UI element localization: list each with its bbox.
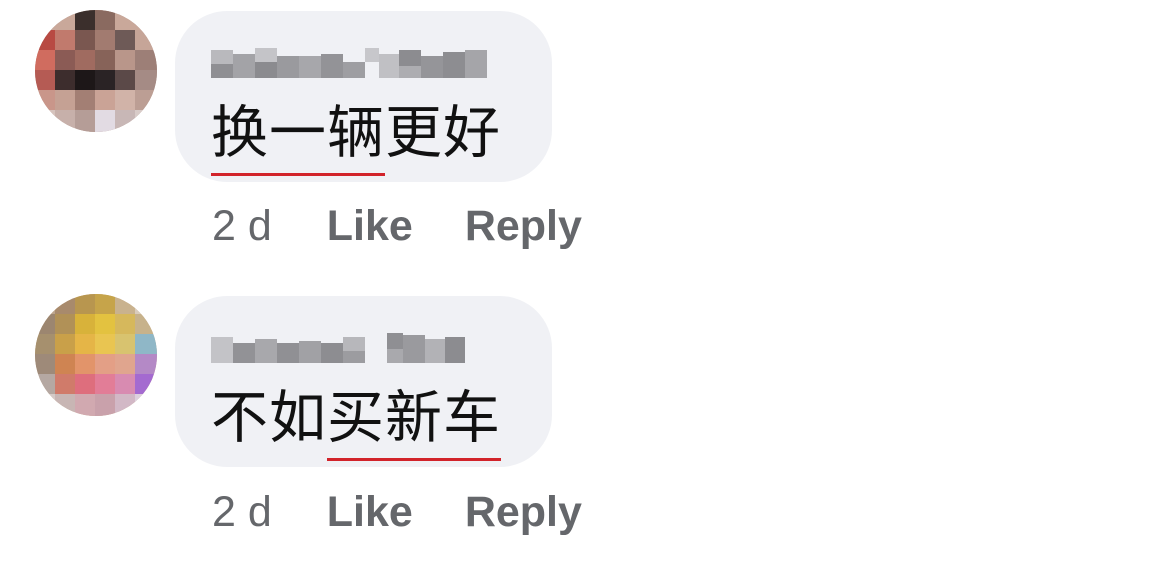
redacted-name-blur — [211, 48, 487, 78]
avatar-image — [35, 10, 157, 132]
timestamp: 2 d — [212, 201, 272, 250]
like-button[interactable]: Like — [327, 202, 413, 251]
comment-actions: 2 d Like Reply — [212, 482, 582, 542]
comment-actions: 2 d Like Reply — [212, 196, 582, 256]
comment-text-suffix: 更好 — [385, 100, 501, 166]
comment-bubble[interactable]: 不如买新车 — [175, 296, 552, 467]
spellcheck-underlined-word: 换一辆 — [211, 88, 385, 178]
redacted-name-blur — [211, 333, 465, 363]
timestamp: 2 d — [212, 487, 272, 536]
comment-bubble[interactable]: 换一辆更好 — [175, 11, 552, 182]
reply-button[interactable]: Reply — [465, 202, 582, 251]
avatar[interactable] — [35, 294, 157, 416]
comment-item: 换一辆更好 2 d Like Reply — [0, 0, 1170, 285]
reply-button[interactable]: Reply — [465, 488, 582, 537]
avatar-image — [35, 294, 157, 416]
like-button[interactable]: Like — [327, 488, 413, 537]
comment-text: 换一辆更好 — [211, 88, 501, 178]
author-name-redacted[interactable] — [211, 329, 467, 379]
avatar[interactable] — [35, 10, 157, 132]
author-name-redacted[interactable] — [211, 44, 487, 94]
comment-item: 不如买新车 2 d Like Reply — [0, 285, 1170, 570]
comment-text: 不如买新车 — [211, 373, 501, 463]
spellcheck-underlined-word: 买新车 — [327, 373, 501, 463]
comment-text-prefix: 不如 — [211, 385, 327, 451]
